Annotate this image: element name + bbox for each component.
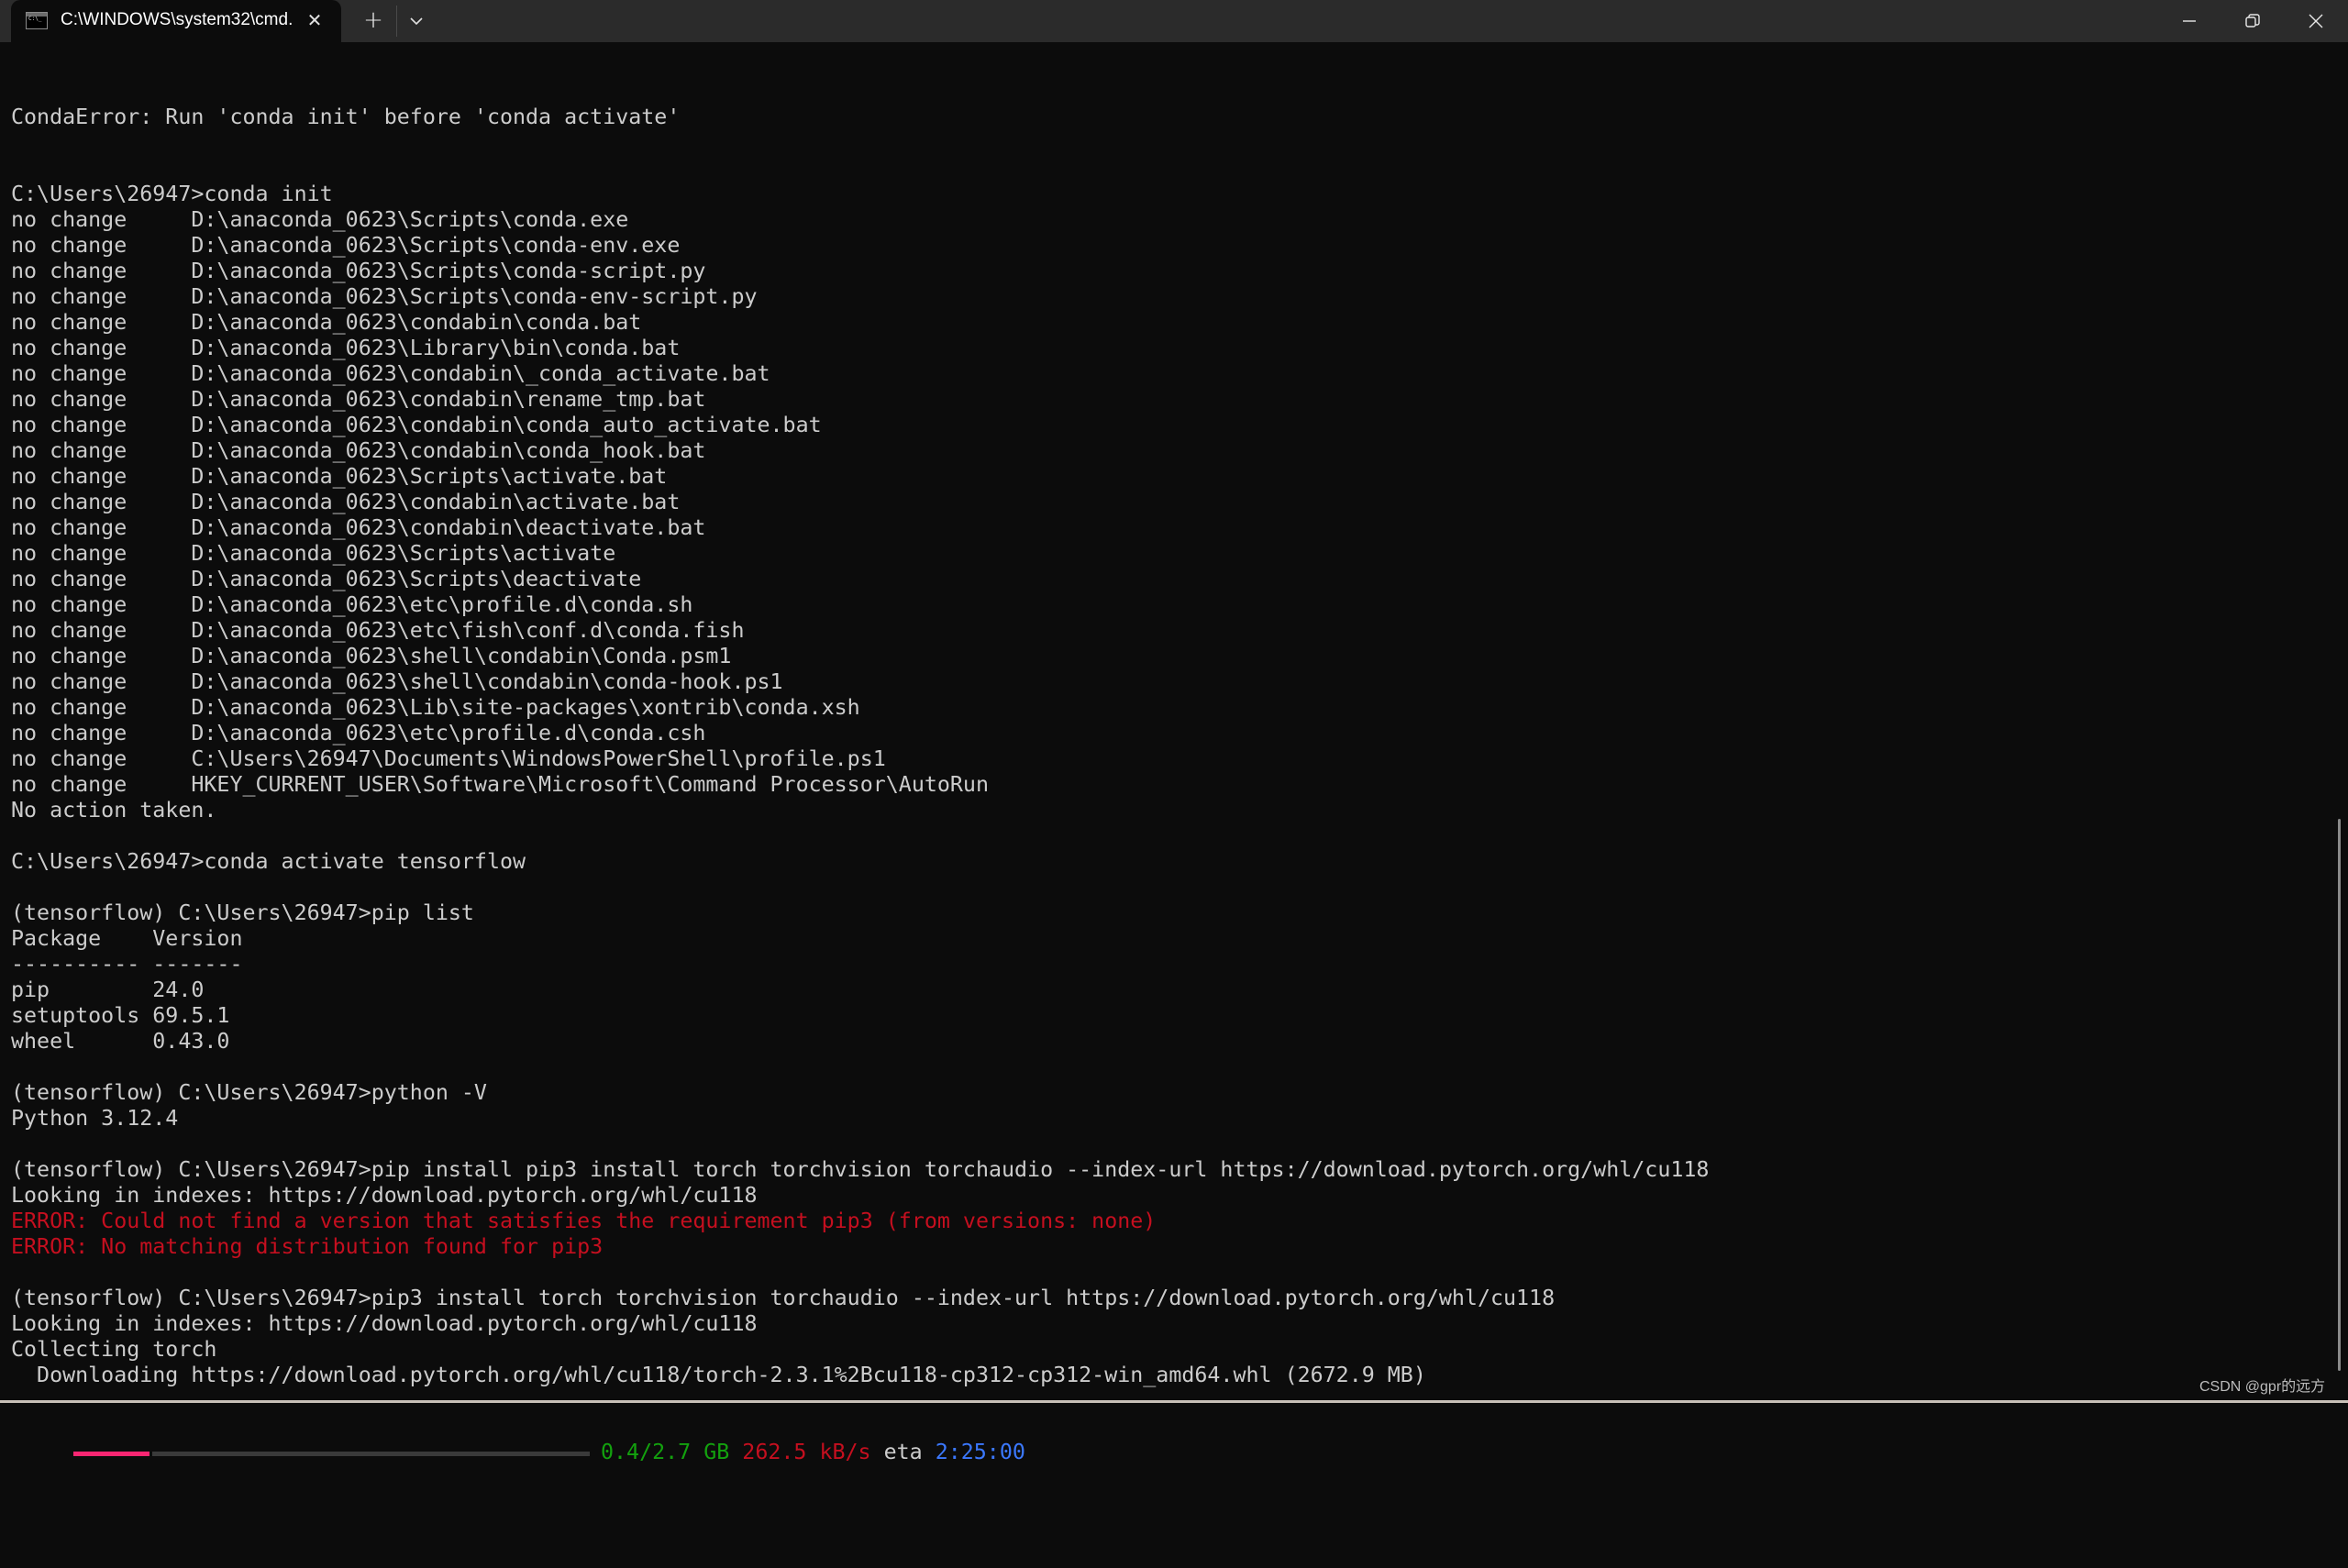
terminal-line: no change D:\anaconda_0623\condabin\rena… xyxy=(11,387,706,412)
terminal-line: Looking in indexes: https://download.pyt… xyxy=(11,1311,758,1336)
terminal-line: no change D:\anaconda_0623\Scripts\conda… xyxy=(11,233,681,258)
terminal-line: no change D:\anaconda_0623\condabin\cond… xyxy=(11,310,642,335)
terminal-line: no change C:\Users\26947\Documents\Windo… xyxy=(11,746,886,771)
terminal-error-line: ERROR: Could not find a version that sat… xyxy=(11,1209,1157,1233)
terminal-line: (tensorflow) C:\Users\26947>python -V xyxy=(11,1080,487,1105)
progress-bar-track xyxy=(152,1452,590,1456)
progress-eta: 2:25:00 xyxy=(935,1440,1025,1464)
restore-button[interactable] xyxy=(2221,0,2284,42)
restore-icon xyxy=(2245,14,2260,28)
tab-title: C:\WINDOWS\system32\cmd. xyxy=(61,10,294,29)
terminal-line: setuptools 69.5.1 xyxy=(11,1003,230,1028)
terminal-line: no change D:\anaconda_0623\condabin\_con… xyxy=(11,361,770,386)
terminal-line: no change D:\anaconda_0623\etc\fish\conf… xyxy=(11,618,745,643)
progress-eta-label: eta xyxy=(883,1440,923,1464)
minimize-icon xyxy=(2183,20,2196,22)
terminal-line: C:\Users\26947>conda activate tensorflow xyxy=(11,849,526,874)
terminal-line: no change D:\anaconda_0623\Scripts\activ… xyxy=(11,464,668,489)
terminal-line: (tensorflow) C:\Users\26947>pip3 install… xyxy=(11,1286,1556,1310)
terminal-line: C:\Users\26947>conda init xyxy=(11,182,333,206)
close-button[interactable] xyxy=(2285,0,2347,42)
minimize-button[interactable] xyxy=(2158,0,2221,42)
progress-speed: 262.5 kB/s xyxy=(742,1440,871,1464)
terminal-line: wheel 0.43.0 xyxy=(11,1029,230,1054)
terminal-line: no change D:\anaconda_0623\shell\condabi… xyxy=(11,644,732,668)
terminal-line: No action taken. xyxy=(11,798,217,823)
progress-size: 0.4/2.7 GB xyxy=(601,1440,730,1464)
terminal-line: no change D:\anaconda_0623\Lib\site-pack… xyxy=(11,695,860,720)
watermark: CSDN @gpr的远方 xyxy=(2199,1379,2326,1395)
terminal-line: no change D:\anaconda_0623\condabin\deac… xyxy=(11,515,706,540)
terminal-output[interactable]: CondaError: Run 'conda init' before 'con… xyxy=(11,53,1709,1491)
cmd-icon xyxy=(26,12,48,29)
terminal-line: Downloading https://download.pytorch.org… xyxy=(11,1363,1426,1387)
terminal-line: Collecting torch xyxy=(11,1337,217,1362)
scrollbar-thumb[interactable] xyxy=(2338,819,2341,1371)
terminal-line: CondaError: Run 'conda init' before 'con… xyxy=(11,105,681,129)
terminal-line: no change D:\anaconda_0623\shell\condabi… xyxy=(11,669,783,694)
terminal-line: no change D:\anaconda_0623\Scripts\activ… xyxy=(11,541,616,566)
terminal-line: no change D:\anaconda_0623\Scripts\conda… xyxy=(11,259,706,283)
terminal-line: Looking in indexes: https://download.pyt… xyxy=(11,1183,758,1208)
close-icon xyxy=(2309,14,2323,28)
terminal-error-line: ERROR: No matching distribution found fo… xyxy=(11,1234,604,1259)
terminal-line: no change HKEY_CURRENT_USER\Software\Mic… xyxy=(11,772,989,797)
chevron-down-icon[interactable] xyxy=(405,8,427,34)
terminal-line: no change D:\anaconda_0623\condabin\acti… xyxy=(11,490,681,514)
tab-cmd[interactable]: C:\WINDOWS\system32\cmd. ✕ xyxy=(11,0,341,42)
terminal-line: pip 24.0 xyxy=(11,977,205,1002)
terminal-line: no change D:\anaconda_0623\Library\bin\c… xyxy=(11,336,681,360)
terminal-line: ---------- ------- xyxy=(11,952,243,977)
terminal-line: no change D:\anaconda_0623\condabin\cond… xyxy=(11,438,706,463)
terminal-line: no change D:\anaconda_0623\condabin\cond… xyxy=(11,413,822,437)
terminal-line: (tensorflow) C:\Users\26947>pip list xyxy=(11,900,474,925)
download-progress: 0.4/2.7 GB 262.5 kB/s eta 2:25:00 xyxy=(11,1440,1709,1465)
progress-bar-fill xyxy=(73,1452,150,1456)
new-tab-button[interactable]: + xyxy=(360,8,387,34)
terminal-line: Python 3.12.4 xyxy=(11,1106,179,1131)
progress-text: 0.4/2.7 GB 262.5 kB/s eta 2:25:00 xyxy=(601,1440,1025,1465)
terminal-line: no change D:\anaconda_0623\Scripts\deact… xyxy=(11,567,642,591)
terminal-line: Package Version xyxy=(11,926,243,951)
terminal-line: no change D:\anaconda_0623\Scripts\conda… xyxy=(11,284,758,309)
terminal-line: (tensorflow) C:\Users\26947>pip install … xyxy=(11,1157,1710,1182)
terminal-line: no change D:\anaconda_0623\etc\profile.d… xyxy=(11,721,706,745)
title-bar: C:\WINDOWS\system32\cmd. ✕ + xyxy=(0,0,2348,42)
terminal-line: no change D:\anaconda_0623\Scripts\conda… xyxy=(11,207,629,232)
terminal-line: no change D:\anaconda_0623\etc\profile.d… xyxy=(11,592,693,617)
tab-separator xyxy=(396,6,397,37)
tab-close-icon[interactable]: ✕ xyxy=(303,8,327,32)
